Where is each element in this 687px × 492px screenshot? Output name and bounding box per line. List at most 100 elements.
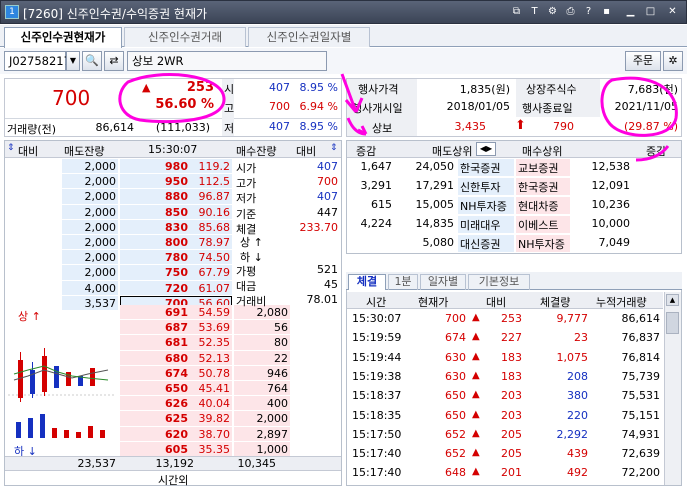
broker-buy-name[interactable]: 현대차증 [518,198,558,214]
ask-price[interactable]: 750 [120,266,188,279]
trades-header-price: 현재가 [418,296,449,309]
broker-buy-name[interactable]: 한국증권 [518,179,558,195]
broker-buy-name[interactable]: NH투자증 [518,236,565,252]
trade-price: 652 [445,447,466,461]
bid-pct: 52.35 [198,336,231,350]
broker-buy-qty: 12,538 [591,160,631,173]
trade-cum: 75,531 [621,389,661,403]
gear-icon[interactable]: ✲ [663,51,683,71]
broker-header-buy: 매수상위 [522,145,563,158]
est-label: 거래비 [236,295,267,309]
ask-price[interactable]: 830 [120,221,188,234]
broker-sell-name[interactable]: 대신증권 [460,236,500,252]
bid-qty: 1,000 [256,442,289,456]
broker-sell-qty: 14,835 [415,217,455,230]
scroll-thumb[interactable] [666,312,679,334]
broker-sell-name[interactable]: 한국증권 [460,160,500,176]
tab-1min[interactable]: 1분 [388,274,418,290]
trade-qty: 439 [567,447,588,461]
bid-pct: 45.41 [198,382,231,395]
stat-label: 저가 [236,192,257,206]
ask-price[interactable]: 950 [120,175,188,188]
bid-price[interactable]: 681 [120,336,188,349]
sort-icon-right[interactable]: ⇕ [330,143,338,153]
broker-buy-name[interactable]: 이베스트 [518,217,558,233]
ask-price[interactable]: 720 [120,282,188,295]
end-date: 2021/11/05 [614,100,678,113]
bid-price[interactable]: 626 [120,397,188,410]
trade-up-icon: ▲ [472,331,480,343]
tab-warrant-daily[interactable]: 신주인수권일자별 [248,27,370,47]
broker-sell-name[interactable]: NH투자증 [460,198,507,214]
bid-qty: 56 [274,321,288,335]
ask-price[interactable]: 780 [120,251,188,264]
high-pct: 6.94 % [299,100,338,113]
trade-diff: 183 [501,369,522,383]
link-icon[interactable]: ⧉ [509,5,524,19]
pin-icon[interactable]: ▪ [599,5,614,19]
after-hours-label: 시간외 [158,474,189,487]
minimize-button[interactable]: ▁ [623,5,638,19]
broker-chg: 3,291 [360,179,393,192]
text-icon[interactable]: T [527,5,542,19]
bid-price[interactable]: 625 [120,412,188,425]
ask-qty: 2,000 [84,220,117,234]
bid-price[interactable]: 691 [120,306,188,319]
bid-price[interactable]: 680 [120,352,188,365]
tab-warrant-price[interactable]: 신주인수권현재가 [4,27,122,48]
trade-price: 648 [445,466,466,480]
maximize-button[interactable]: □ [643,5,658,19]
ask-pct: 90.16 [198,205,231,219]
ob-time: 15:30:07 [148,143,198,156]
trade-up-icon: ▲ [472,312,480,323]
trade-qty: 220 [567,408,588,422]
trade-qty: 492 [567,466,588,480]
stat-label: 기준 [236,207,257,221]
ask-qty: 2,000 [84,236,117,249]
bid-price[interactable]: 674 [120,367,188,380]
search-icon[interactable]: 🔍 [82,51,102,71]
tab-warrant-trades[interactable]: 신주인수권거래 [124,27,246,47]
broker-chg: 4,224 [360,217,393,230]
trade-price: 652 [445,427,466,441]
ask-price[interactable]: 800 [120,236,188,249]
code-dropdown-icon[interactable]: ▼ [66,51,80,71]
code-input[interactable]: J02758217 [4,51,71,71]
close-button[interactable]: ✕ [665,5,680,19]
sort-icon[interactable]: ⇕ [7,143,15,153]
tab-trades[interactable]: 체결 [348,274,386,290]
trade-cum: 75,739 [621,369,661,383]
bid-price[interactable]: 605 [120,443,188,456]
window-title: [7260] 신주인수권/수익증권 현재가 [23,7,208,21]
ob-header-diff-left: 대비 [18,145,39,158]
order-button[interactable]: 주문 [625,51,661,71]
trade-cum: 74,931 [621,427,661,441]
print-icon[interactable]: ⎙ [563,5,578,19]
scroll-up-icon[interactable]: ▲ [666,294,679,306]
ask-price[interactable]: 880 [120,190,188,203]
tab-daily[interactable]: 일자별 [420,274,466,290]
trade-qty: 380 [567,389,588,403]
broker-sell-name[interactable]: 미래대우 [460,217,500,233]
broker-buy-name[interactable]: 교보증권 [518,160,558,176]
bid-qty: 2,000 [256,412,289,426]
broker-chg: 1,647 [360,160,393,173]
broker-sell-qty: 15,005 [415,198,455,211]
ask-price[interactable]: 980 [120,160,188,173]
help-icon[interactable]: ? [581,5,596,19]
bid-price[interactable]: 650 [120,382,188,395]
broker-toggle-icon[interactable]: ◀▶ [476,142,496,156]
swap-icon[interactable]: ⇄ [104,51,124,71]
trade-cum: 72,200 [621,466,661,480]
ask-price[interactable]: 850 [120,206,188,219]
broker-header-chg-right: 증감 [646,145,667,158]
broker-sell-name[interactable]: 신한투자 [460,179,500,195]
trade-price: 674 [445,331,466,345]
total-ask: 23,537 [77,457,117,470]
bid-price[interactable]: 687 [120,321,188,334]
settings-icon[interactable]: ⚙ [545,5,560,19]
bid-price[interactable]: 620 [120,428,188,441]
tab-basic-info[interactable]: 기본정보 [468,274,530,290]
trade-diff: 205 [501,427,522,441]
ask-pct: 119.2 [198,160,231,173]
